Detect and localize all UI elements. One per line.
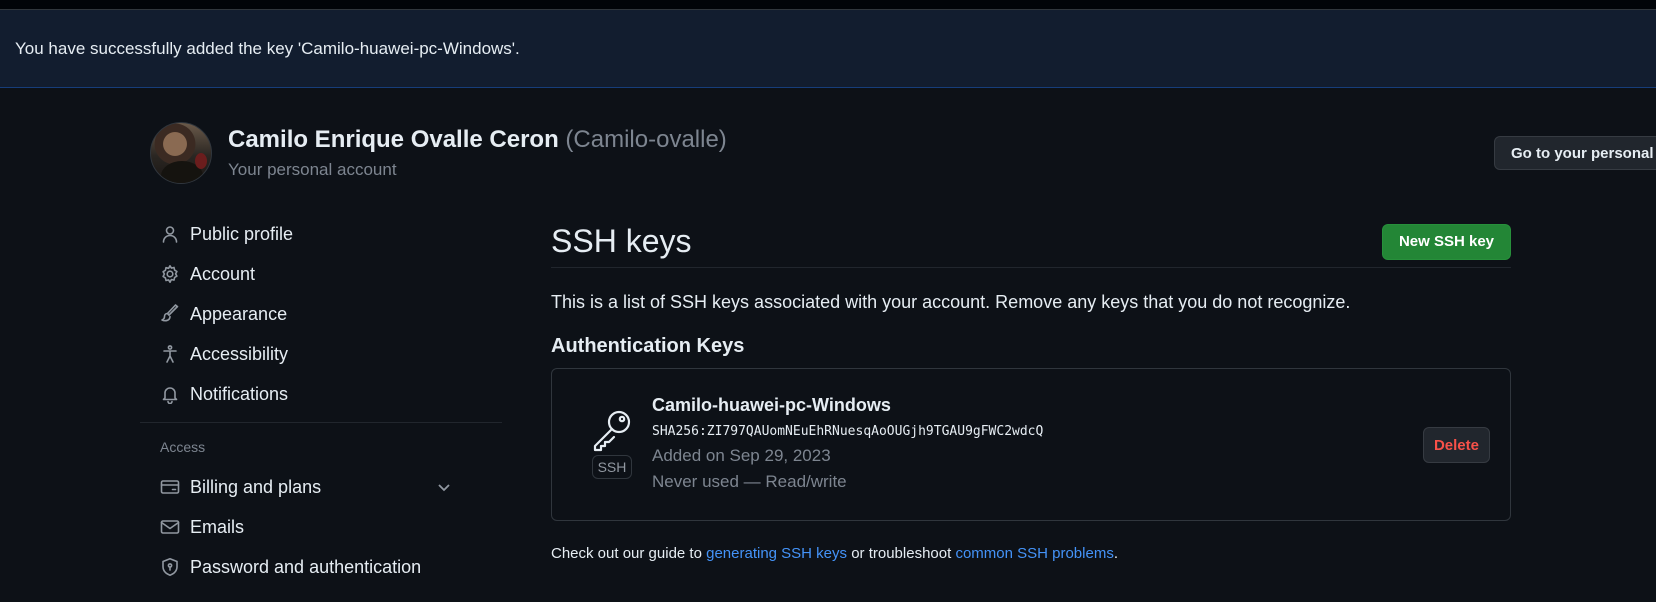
ssh-badge: SSH (592, 455, 632, 479)
shield-lock-icon (160, 557, 180, 577)
sidebar-item-account[interactable]: Account (140, 254, 502, 294)
credit-card-icon (160, 477, 180, 497)
person-icon (160, 224, 180, 244)
help-text-suffix: . (1113, 545, 1118, 562)
new-ssh-key-button[interactable]: New SSH key (1381, 223, 1511, 260)
mail-icon (160, 517, 180, 537)
page-description: This is a list of SSH keys associated wi… (551, 292, 1351, 312)
sidebar-item-public-profile[interactable]: Public profile (140, 214, 502, 254)
ssh-key-usage: Never used — Read/write (652, 472, 847, 491)
account-login[interactable]: (Camilo-ovalle) (565, 126, 726, 153)
generating-ssh-keys-link[interactable]: generating SSH keys (706, 545, 847, 562)
account-full-name[interactable]: Camilo Enrique Ovalle Ceron (228, 126, 559, 153)
sidebar-item-appearance[interactable]: Appearance (140, 294, 502, 334)
sidebar-item-label: Accessibility (190, 343, 289, 364)
ssh-key-title: Camilo-huawei-pc-Windows (652, 395, 891, 415)
account-subtitle: Your personal account (228, 160, 397, 179)
ssh-key-fingerprint: SHA256:ZI797QAUomNEuEhRNuesqAoOUGjh9TGAU… (652, 424, 1044, 439)
sidebar-item-label: Emails (190, 516, 245, 537)
ssh-key-list-item: SSH Camilo-huawei-pc-Windows SHA256:ZI79… (551, 368, 1511, 521)
authentication-keys-heading: Authentication Keys (551, 335, 745, 357)
chevron-down-icon[interactable] (436, 479, 452, 495)
account-header: Camilo Enrique Ovalle Ceron (Camilo-oval… (150, 122, 727, 184)
ssh-key-added-date: Added on Sep 29, 2023 (652, 446, 831, 465)
sidebar-item-billing[interactable]: Billing and plans (140, 467, 502, 507)
sidebar-item-accessibility[interactable]: Accessibility (140, 334, 502, 374)
gear-icon (160, 264, 180, 284)
flash-message: You have successfully added the key 'Cam… (15, 38, 520, 58)
sidebar-item-label: Account (190, 263, 256, 284)
sidebar-item-label: Billing and plans (190, 476, 322, 497)
go-to-personal-profile-button[interactable]: Go to your personal profile (1494, 136, 1656, 170)
page-header: SSH keys New SSH key (551, 216, 1511, 268)
help-text-middle: or troubleshoot (847, 545, 956, 562)
ssh-key-details: Camilo-huawei-pc-Windows SHA256:ZI797QAU… (652, 395, 1043, 492)
account-name: Camilo Enrique Ovalle Ceron (Camilo-oval… (228, 126, 727, 154)
page-title: SSH keys (551, 223, 692, 259)
sidebar-divider (140, 422, 502, 423)
delete-key-button[interactable]: Delete (1422, 427, 1490, 463)
sidebar-section-access: Access (160, 439, 206, 455)
avatar[interactable] (150, 122, 212, 184)
flash-banner: You have successfully added the key 'Cam… (0, 10, 1656, 88)
sidebar-item-password-authentication[interactable]: Password and authentication (140, 547, 502, 587)
help-text-prefix: Check out our guide to (551, 545, 707, 562)
ssh-help-note: Check out our guide to generating SSH ke… (551, 545, 1511, 562)
sidebar-item-label: Notifications (190, 383, 289, 404)
sidebar-item-label: Password and authentication (190, 556, 422, 577)
sidebar-item-emails[interactable]: Emails (140, 507, 502, 547)
main-content: SSH keys New SSH key This is a list of S… (551, 216, 1511, 562)
sidebar-item-label: Public profile (190, 223, 294, 244)
settings-sidebar: Public profile Account Appearance Access… (140, 214, 502, 587)
accessibility-icon (160, 344, 180, 364)
bell-icon (160, 384, 180, 404)
sidebar-item-notifications[interactable]: Notifications (140, 374, 502, 414)
top-bar (0, 0, 1656, 10)
paintbrush-icon (160, 304, 180, 324)
key-icon (590, 407, 636, 453)
common-ssh-problems-link[interactable]: common SSH problems (955, 545, 1113, 562)
sidebar-item-label: Appearance (190, 303, 288, 324)
